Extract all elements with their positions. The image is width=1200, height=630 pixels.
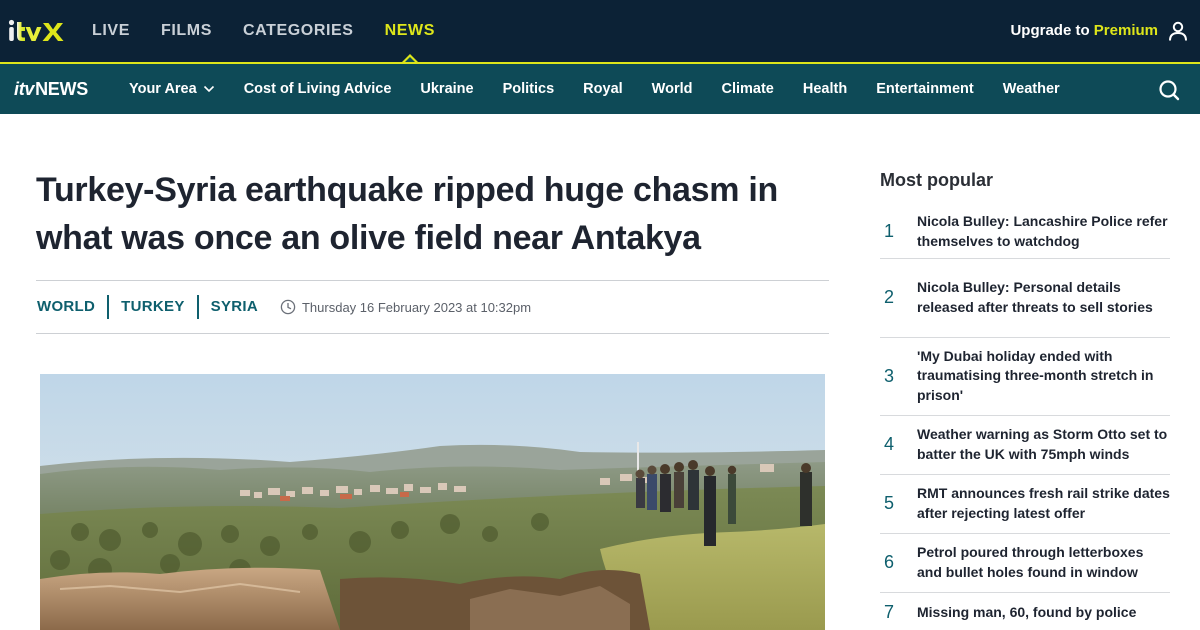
earthquake-chasm-photo	[40, 374, 825, 630]
tag-turkey[interactable]: TURKEY	[109, 295, 199, 319]
news-nav-label: Cost of Living Advice	[243, 81, 392, 97]
itv-news-logo[interactable]: itvNEWS	[14, 64, 88, 114]
story-link[interactable]: RMT announces fresh rail strike dates af…	[917, 484, 1170, 523]
top-nav-label: NEWS	[384, 22, 435, 39]
rank-number: 4	[884, 434, 895, 454]
news-section-nav: Your Area Cost of Living Advice Ukraine …	[129, 64, 1089, 114]
news-nav-label: Entertainment	[876, 81, 974, 97]
news-nav-world[interactable]: World	[652, 81, 693, 97]
divider	[36, 333, 829, 334]
rank-number: 6	[884, 552, 895, 572]
news-nav-ukraine[interactable]: Ukraine	[420, 81, 473, 97]
news-nav-label: Ukraine	[420, 81, 474, 97]
story-link[interactable]: 'My Dubai holiday ended with traumatisin…	[917, 347, 1170, 406]
rank-number: 3	[884, 365, 895, 386]
news-nav-climate[interactable]: Climate	[721, 81, 773, 97]
story-link[interactable]: Missing man, 60, found by police	[917, 603, 1136, 623]
rank-number: 2	[884, 287, 895, 307]
chevron-down-icon	[203, 85, 214, 93]
news-nav-politics[interactable]: Politics	[503, 81, 555, 97]
article-meta: WORLD TURKEY SYRIA Thursday 16 February …	[36, 288, 531, 326]
news-nav-label: Politics	[502, 81, 555, 97]
most-popular-item[interactable]: 4 Weather warning as Storm Otto set to b…	[880, 416, 1170, 475]
upgrade-prefix: Upgrade to	[1010, 22, 1094, 39]
search-icon[interactable]	[1158, 79, 1180, 101]
most-popular-item[interactable]: 7 Missing man, 60, found by police	[880, 593, 1170, 630]
top-nav-categories[interactable]: CATEGORIES	[243, 0, 354, 62]
tag-world[interactable]: WORLD	[36, 295, 110, 319]
story-link[interactable]: Weather warning as Storm Otto set to bat…	[917, 425, 1170, 464]
rank-number: 5	[884, 493, 895, 513]
rank-number: 7	[884, 602, 895, 622]
news-nav-label: Your Area	[129, 81, 197, 97]
news-nav-label: Health	[802, 81, 848, 97]
news-nav-cost-of-living[interactable]: Cost of Living Advice	[244, 81, 392, 97]
news-nav-weather[interactable]: Weather	[1003, 81, 1060, 97]
news-nav-label: Royal	[583, 81, 623, 97]
publish-date: Thursday 16 February 2023 at 10:32pm	[301, 299, 532, 315]
story-link[interactable]: Nicola Bulley: Lancashire Police refer t…	[917, 212, 1170, 251]
premium-label: Premium	[1093, 22, 1158, 39]
itvx-logo[interactable]	[8, 18, 68, 44]
rank-number: 1	[884, 221, 895, 241]
story-link[interactable]: Nicola Bulley: Personal details released…	[917, 278, 1170, 317]
upgrade-to-premium-link[interactable]: Upgrade to Premium	[1010, 0, 1158, 62]
top-nav: LIVE FILMS CATEGORIES NEWS	[92, 0, 466, 64]
news-nav-royal[interactable]: Royal	[583, 81, 623, 97]
most-popular-list: 1 Nicola Bulley: Lancashire Police refer…	[880, 206, 1170, 630]
tag-syria[interactable]: SYRIA	[199, 295, 270, 319]
top-nav-label: FILMS	[160, 22, 212, 39]
top-nav-label: LIVE	[92, 22, 130, 39]
divider	[36, 280, 829, 281]
news-nav-label: Weather	[1002, 81, 1060, 97]
news-nav-health[interactable]: Health	[803, 81, 847, 97]
hero-photo	[40, 374, 825, 630]
news-nav-label: World	[651, 81, 693, 97]
user-icon[interactable]	[1168, 21, 1188, 41]
news-nav-label: Climate	[721, 81, 774, 97]
top-nav-label: CATEGORIES	[242, 22, 354, 39]
news-nav-your-area[interactable]: Your Area	[129, 81, 215, 97]
most-popular-item[interactable]: 1 Nicola Bulley: Lancashire Police refer…	[880, 206, 1170, 259]
most-popular-item[interactable]: 2 Nicola Bulley: Personal details releas…	[880, 259, 1170, 338]
top-nav-live[interactable]: LIVE	[92, 0, 130, 62]
itv-news-logo-itv: itv	[14, 79, 35, 99]
itvx-logo-icon	[8, 19, 64, 41]
most-popular-item[interactable]: 5 RMT announces fresh rail strike dates …	[880, 475, 1170, 534]
most-popular-item[interactable]: 6 Petrol poured through letterboxes and …	[880, 534, 1170, 593]
article-headline: Turkey-Syria earthquake ripped huge chas…	[36, 171, 778, 257]
itv-news-nav-bar: itvNEWS Your Area Cost of Living Advice …	[0, 62, 1200, 114]
most-popular-item[interactable]: 3 'My Dubai holiday ended with traumatis…	[880, 338, 1170, 416]
itv-news-logo-news: NEWS	[35, 79, 88, 99]
top-nav-news[interactable]: NEWS	[384, 0, 435, 64]
itvx-top-bar: LIVE FILMS CATEGORIES NEWS Upgrade to Pr…	[0, 0, 1200, 64]
clock-icon	[280, 299, 296, 315]
news-nav-entertainment[interactable]: Entertainment	[876, 81, 974, 97]
story-link[interactable]: Petrol poured through letterboxes and bu…	[917, 543, 1170, 582]
most-popular-title: Most popular	[880, 170, 993, 190]
top-nav-films[interactable]: FILMS	[161, 0, 212, 62]
